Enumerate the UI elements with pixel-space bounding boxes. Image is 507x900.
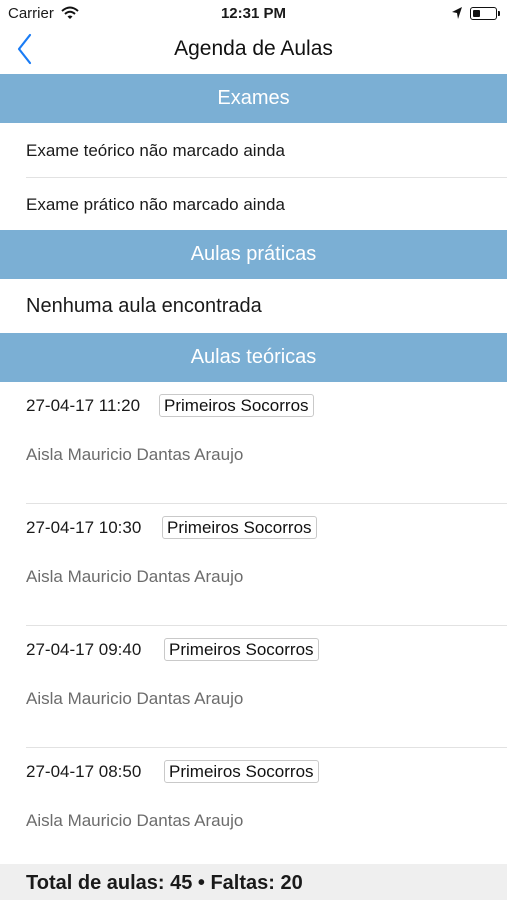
- section-header-theory: Aulas teóricas: [0, 333, 507, 382]
- status-time: 12:31 PM: [220, 5, 287, 22]
- class-instructor: Aisla Mauricio Dantas Araujo: [26, 811, 244, 830]
- exam-status-practical: Exame prático não marcado ainda: [26, 195, 285, 214]
- exam-row-theory[interactable]: Exame teórico não marcado ainda: [0, 123, 507, 177]
- class-datetime: 27-04-17 10:30: [26, 518, 142, 537]
- section-header-exams: Exames: [0, 74, 507, 123]
- class-subject-tag: Primeiros Socorros: [164, 638, 319, 661]
- section-header-practical: Aulas práticas: [0, 230, 507, 279]
- class-subject-tag: Primeiros Socorros: [159, 394, 314, 417]
- class-subject-tag: Primeiros Socorros: [162, 516, 317, 539]
- class-subject-tag: Primeiros Socorros: [164, 760, 319, 783]
- class-item[interactable]: 27-04-17 10:30 Primeiros Socorros Aisla …: [0, 504, 507, 626]
- class-instructor: Aisla Mauricio Dantas Araujo: [26, 689, 244, 708]
- battery-icon: [470, 7, 500, 20]
- location-arrow-icon: [451, 6, 463, 24]
- class-item[interactable]: 27-04-17 08:50 Primeiros Socorros Aisla …: [0, 748, 507, 870]
- summary-text: Total de aulas: 45 • Faltas: 20: [26, 872, 303, 894]
- class-datetime: 27-04-17 09:40: [26, 640, 142, 659]
- practical-empty-row: Nenhuma aula encontrada: [0, 279, 507, 333]
- exam-row-practical[interactable]: Exame prático não marcado ainda: [0, 178, 507, 230]
- class-datetime: 27-04-17 08:50: [26, 762, 142, 781]
- status-bar: Carrier 12:31 PM: [0, 0, 507, 28]
- class-item[interactable]: 27-04-17 11:20 Primeiros Socorros Aisla …: [0, 382, 507, 504]
- navigation-bar: Agenda de Aulas: [0, 28, 507, 74]
- class-instructor: Aisla Mauricio Dantas Araujo: [26, 567, 244, 586]
- class-instructor: Aisla Mauricio Dantas Araujo: [26, 445, 244, 464]
- exam-status-theory: Exame teórico não marcado ainda: [26, 141, 285, 160]
- class-datetime: 27-04-17 11:20: [26, 396, 141, 415]
- class-item[interactable]: 27-04-17 09:40 Primeiros Socorros Aisla …: [0, 626, 507, 748]
- empty-message: Nenhuma aula encontrada: [26, 295, 262, 317]
- summary-footer: Total de aulas: 45 • Faltas: 20: [0, 864, 507, 900]
- page-title: Agenda de Aulas: [174, 37, 333, 60]
